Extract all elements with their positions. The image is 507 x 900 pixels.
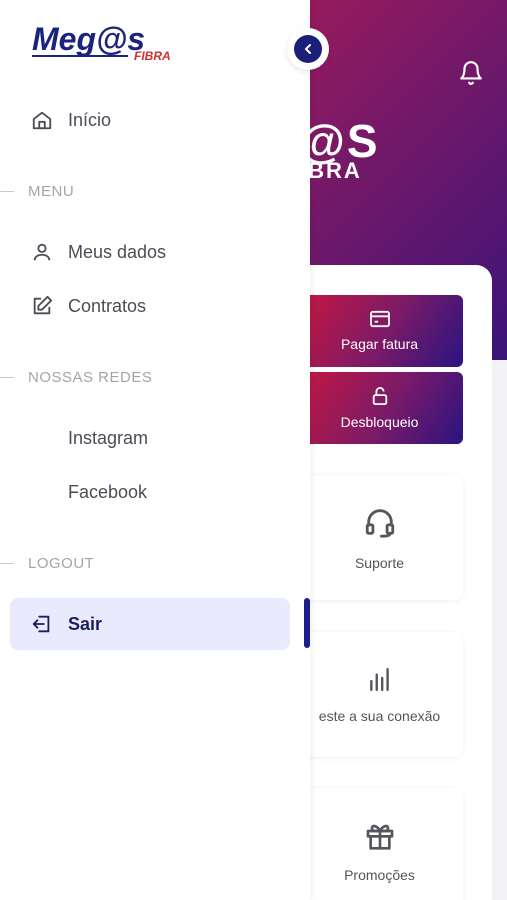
svg-text:FIBRA: FIBRA [134, 49, 171, 63]
sidebar-item-label: Início [68, 109, 112, 130]
sidebar-item-instagram[interactable]: Instagram [10, 412, 290, 464]
pay-invoice-label: Pagar fatura [340, 336, 419, 352]
unlock-button[interactable]: Desbloqueio [296, 372, 463, 444]
sidebar-item-label: Sair [68, 613, 103, 634]
pay-invoice-button[interactable]: Pagar fatura [296, 295, 463, 367]
sidebar-item-label: Contratos [68, 295, 147, 316]
sidebar-item-my-data[interactable]: Meus dados [10, 226, 290, 278]
sidebar-item-facebook[interactable]: Facebook [10, 466, 290, 518]
section-networks: NOSSAS REDES [0, 367, 152, 387]
section-label: MENU [28, 182, 75, 200]
promotions-label: Promoções [344, 866, 415, 883]
svg-text:Meg@s: Meg@s [32, 21, 145, 57]
sidebar-item-label: Facebook [68, 481, 148, 502]
active-indicator [304, 598, 310, 648]
section-logout: LOGOUT [0, 553, 94, 573]
credit-card-icon [369, 310, 390, 328]
home-icon [30, 108, 54, 132]
chevron-left-icon [305, 44, 311, 54]
header-logo: @S IBRA [300, 115, 380, 183]
section-label: LOGOUT [28, 554, 95, 572]
side-drawer: Meg@s FIBRA Início MENU Meus dados Contr… [0, 0, 310, 900]
section-label: NOSSAS REDES [28, 368, 153, 386]
user-icon [30, 240, 54, 264]
notification-bell-icon[interactable] [458, 60, 484, 86]
speed-test-label: este a sua conexão [318, 707, 441, 724]
bar-chart-icon [369, 667, 389, 691]
edit-icon [30, 294, 54, 318]
sidebar-item-label: Instagram [68, 427, 149, 448]
sign-out-icon [30, 612, 54, 636]
sidebar-item-contracts[interactable]: Contratos [10, 280, 290, 332]
section-menu: MENU [0, 181, 74, 201]
sidebar-item-label: Meus dados [68, 241, 167, 262]
gift-icon [366, 824, 393, 850]
unlock-icon [372, 387, 387, 405]
collapse-drawer-button[interactable] [287, 28, 329, 70]
speed-test-tile[interactable]: este a sua conexão [296, 632, 463, 757]
unlock-label: Desbloqueio [340, 414, 419, 430]
support-tile[interactable]: Suporte [296, 475, 463, 600]
headset-icon [365, 508, 394, 538]
promotions-tile[interactable]: Promoções [296, 788, 463, 900]
sidebar-item-home[interactable]: Início [10, 94, 290, 146]
support-label: Suporte [354, 554, 405, 571]
megas-fibra-logo: Meg@s FIBRA [30, 20, 195, 70]
sidebar-item-sign-out[interactable]: Sair [10, 598, 290, 650]
